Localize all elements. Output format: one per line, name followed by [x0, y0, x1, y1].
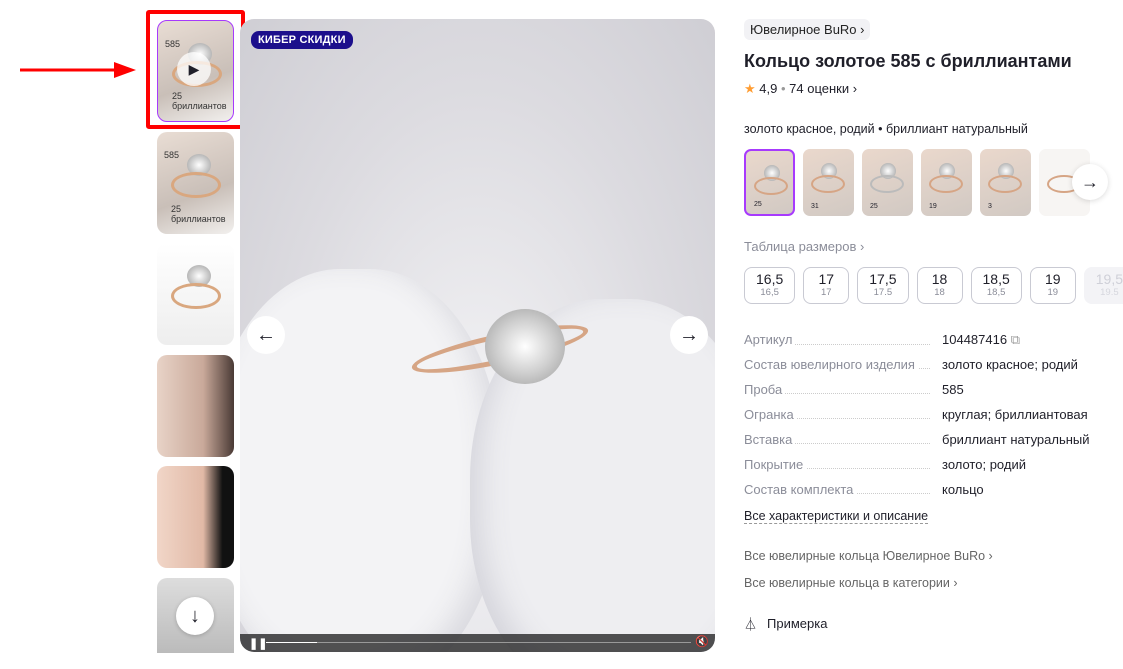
size-ru: 17,5: [869, 271, 897, 287]
color-variant[interactable]: 25: [862, 149, 913, 216]
product-title: Кольцо золотое 585 с бриллиантами: [744, 51, 1072, 71]
size-alt: 18: [934, 287, 945, 298]
thumbnail-image[interactable]: [157, 355, 234, 457]
rating[interactable]: ★ 4,9 • 74 оценки ›: [744, 81, 857, 97]
size-ru: 19,5: [1095, 271, 1123, 287]
size-selector: 16,5 16,5 17 17 17,5 17.5 18 18 18,5 18,5 19 19 19,5…: [744, 267, 1123, 304]
spec-label: Проба: [744, 382, 786, 397]
size-ru: 16,5: [756, 271, 784, 287]
size-alt: 17.5: [873, 287, 893, 298]
spec-value: круглая; бриллиантовая: [942, 407, 1088, 422]
annotation-arrow: [20, 62, 136, 78]
size-option[interactable]: 16,5 16,5: [744, 267, 796, 304]
thumbnail-image[interactable]: [157, 243, 234, 345]
copy-icon[interactable]: ⧉: [1011, 332, 1020, 347]
main-media-video[interactable]: [240, 19, 715, 652]
reviews-link[interactable]: 74 оценки ›: [789, 81, 857, 96]
play-icon[interactable]: ▶: [177, 52, 211, 86]
spec-row: Огранка круглая; бриллиантовая: [744, 407, 1094, 422]
colors-next-button[interactable]: →: [1072, 164, 1108, 200]
color-variant[interactable]: 3: [980, 149, 1031, 216]
spec-row: Состав ювелирного изделия золото красное;…: [744, 357, 1094, 372]
size-option[interactable]: 18 18: [916, 267, 963, 304]
prev-arrow-button[interactable]: ←: [247, 316, 285, 354]
pause-button[interactable]: ❚❚: [249, 637, 267, 650]
variant-count: 31: [811, 203, 819, 210]
size-option[interactable]: 18,5 18,5: [970, 267, 1022, 304]
color-variant[interactable]: 19: [921, 149, 972, 216]
spec-label: Вставка: [744, 432, 796, 447]
size-ru: 18: [931, 271, 948, 287]
video-controls: ❚❚ 🔇: [240, 634, 715, 652]
spec-value: кольцо: [942, 482, 984, 497]
spec-value: бриллиант натуральный: [942, 432, 1090, 447]
rating-value: 4,9: [759, 81, 778, 96]
star-icon: ★: [744, 81, 756, 96]
thumbnail-image[interactable]: [157, 466, 234, 568]
all-specs-link[interactable]: Все характеристики и описание: [744, 509, 929, 524]
spec-value: 585: [942, 382, 964, 397]
color-variants: 25 31 25 19 3: [744, 149, 1090, 216]
spec-row: Проба 585: [744, 382, 1094, 397]
spec-value: 104487416 ⧉: [942, 332, 1020, 347]
variant-count: 25: [754, 201, 762, 208]
video-progress-bar[interactable]: [266, 642, 691, 643]
spec-row: Состав комплекта кольцо: [744, 482, 1094, 497]
size-alt: 16,5: [760, 287, 779, 298]
size-option[interactable]: 19 19: [1029, 267, 1076, 304]
size-alt: 17: [820, 287, 832, 298]
size-alt: 18,5: [986, 287, 1006, 298]
spec-row: Вставка бриллиант натуральный: [744, 432, 1094, 447]
size-alt: 19: [1047, 287, 1059, 298]
size-option[interactable]: 17 17: [803, 267, 850, 304]
brand-link[interactable]: Ювелирное BuRo ›: [744, 19, 871, 40]
color-variant[interactable]: 25: [744, 149, 795, 216]
spec-label: Артикул: [744, 332, 796, 347]
size-table-link[interactable]: Таблица размеров ›: [744, 239, 864, 254]
color-variant[interactable]: 31: [803, 149, 854, 216]
variant-count: 3: [988, 203, 992, 210]
fitting-button[interactable]: ⏃ Примерка: [744, 614, 827, 633]
next-arrow-button[interactable]: →: [670, 316, 708, 354]
variant-count: 25: [870, 203, 878, 210]
brand-rings-link[interactable]: Все ювелирные кольца Ювелирное BuRo ›: [744, 549, 993, 563]
category-rings-link[interactable]: Все ювелирные кольца в категории ›: [744, 576, 958, 590]
size-option[interactable]: 19,5 19.5: [1083, 267, 1123, 304]
spec-value: золото красное; родий: [942, 357, 1078, 372]
size-ru: 17: [818, 271, 835, 287]
variant-count: 19: [929, 203, 937, 210]
spec-label: Состав комплекта: [744, 482, 857, 497]
variant-label: золото красное, родий • бриллиант натура…: [744, 122, 1028, 136]
promo-badge: КИБЕР СКИДКИ: [251, 31, 353, 49]
spec-label: Состав ювелирного изделия: [744, 357, 918, 372]
thumbnail-image[interactable]: 585 25 бриллиантов: [157, 132, 234, 234]
spec-row: Покрытие золото; родий: [744, 457, 1094, 472]
scroll-down-button[interactable]: ↓: [176, 597, 214, 635]
size-ru: 18,5: [982, 271, 1010, 287]
hanger-icon: ⏃: [744, 617, 758, 632]
thumb-caption: 25 бриллиантов: [171, 204, 226, 224]
size-ru: 19: [1044, 271, 1061, 287]
mute-button[interactable]: 🔇: [695, 635, 709, 648]
spec-value: золото; родий: [942, 457, 1026, 472]
spec-label: Огранка: [744, 407, 797, 422]
spec-row: Артикул 104487416 ⧉: [744, 332, 1094, 348]
spec-label: Покрытие: [744, 457, 807, 472]
fitting-label: Примерка: [767, 616, 828, 631]
size-alt: 19.5: [1100, 287, 1119, 298]
thumb-label: 585: [164, 150, 180, 160]
size-option[interactable]: 17,5 17.5: [857, 267, 909, 304]
